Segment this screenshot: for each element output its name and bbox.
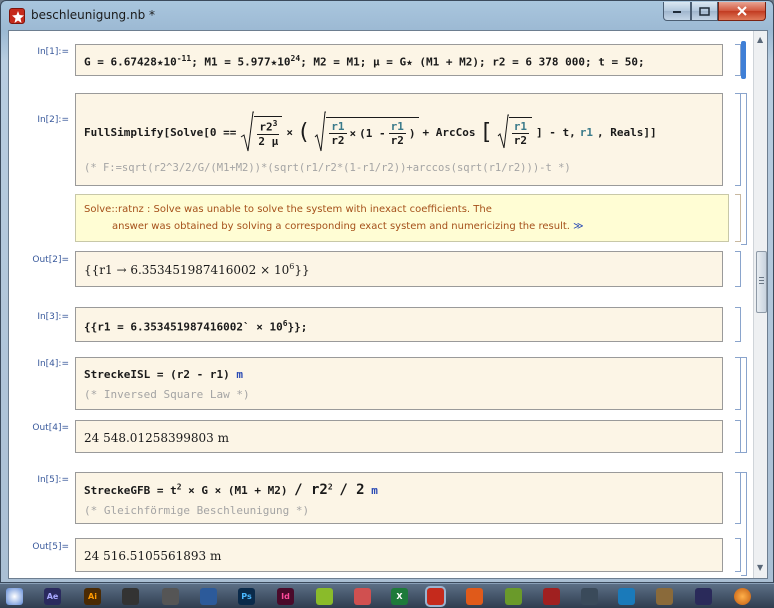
output-cell-4[interactable]: 24 548.01258399803 m [75, 420, 723, 453]
notebook-client: In[1]:= G = 6.67428★10-11; M1 = 5.977★10… [8, 30, 768, 579]
output-label: Out[2]= [32, 255, 69, 265]
taskbar-illustrator[interactable]: Ai [84, 588, 101, 605]
output-label: Out[5]= [32, 542, 69, 552]
cell-comment: (* F:=sqrt(r2^3/2/G/(M1+M2))*(sqrt(r1/r2… [84, 162, 571, 174]
minimize-button[interactable] [663, 2, 691, 21]
taskbar-app-icon[interactable] [543, 588, 560, 605]
cell-code: G = 6.67428★10-11; M1 = 5.977★1024; M2 =… [84, 54, 645, 69]
taskbar-app-icon[interactable] [695, 588, 712, 605]
taskbar-app-icon[interactable] [618, 588, 635, 605]
input-cell-1[interactable]: G = 6.67428★10-11; M1 = 5.977★1024; M2 =… [75, 44, 723, 76]
input-label: In[3]:= [37, 312, 69, 322]
taskbar-app-icon[interactable] [354, 588, 371, 605]
taskbar-app-icon[interactable] [122, 588, 139, 605]
taskbar-app-icon[interactable] [734, 588, 751, 605]
maximize-button[interactable] [691, 2, 718, 21]
taskbar-indesign[interactable]: Id [277, 588, 294, 605]
taskbar-app-icon[interactable] [466, 588, 483, 605]
message-line-1: Solve::ratnz : Solve was unable to solve… [84, 204, 492, 215]
vertical-scrollbar[interactable]: ▲ ▼ [753, 31, 767, 578]
taskbar-app-icon[interactable] [581, 588, 598, 605]
taskbar-app-icon[interactable] [316, 588, 333, 605]
input-label: In[2]:= [37, 115, 69, 125]
cell-output: 24 548.01258399803 m [84, 431, 229, 445]
start-orb-icon[interactable] [6, 588, 23, 605]
cell-code: StreckeISL = (r2 - r1) m [84, 368, 243, 381]
output-cell-2[interactable]: {{r1 → 6.353451987416002 × 106}} [75, 251, 723, 287]
sqrt-fraction: r23 2 μ [240, 111, 283, 153]
cell-insertion-marker [741, 41, 746, 79]
output-cell-5[interactable]: 24 516.5105561893 m [75, 538, 723, 572]
title-bar[interactable]: beschleunigung.nb * [1, 1, 774, 31]
input-cell-2[interactable]: FullSimplify[Solve[0 == r23 2 μ × (r1 r… [75, 93, 723, 186]
taskbar-app-icon[interactable] [656, 588, 673, 605]
cell-code: StreckeGFB = t2 × G × (M1 + M2) / r22 / … [84, 482, 378, 498]
group-bracket[interactable] [741, 357, 747, 453]
cell-bracket[interactable] [735, 307, 741, 342]
cell-comment: (* Gleichförmige Beschleunigung *) [84, 504, 310, 517]
input-cell-4[interactable]: StreckeISL = (r2 - r1) m (* Inversed Squ… [75, 357, 723, 410]
input-cell-3[interactable]: {{r1 = 6.353451987416002` × 106}}; [75, 307, 723, 342]
window-title: beschleunigung.nb * [31, 8, 156, 22]
taskbar-photoshop[interactable]: Ps [238, 588, 255, 605]
input-label: In[4]:= [37, 359, 69, 369]
taskbar-mathematica[interactable] [427, 588, 444, 605]
group-bracket[interactable] [741, 472, 747, 576]
cell-bracket[interactable] [735, 251, 741, 287]
taskbar-app-icon[interactable] [505, 588, 522, 605]
application-window: beschleunigung.nb * In[1]:= G = 6.67428★… [0, 0, 774, 583]
taskbar-excel[interactable]: X [391, 588, 408, 605]
scroll-down-arrow-icon[interactable]: ▼ [757, 563, 763, 572]
group-bracket[interactable] [741, 93, 747, 245]
message-line-2: answer was obtained by solving a corresp… [112, 221, 584, 232]
input-label: In[1]:= [37, 47, 69, 57]
cell-output: 24 516.5105561893 m [84, 549, 222, 563]
taskbar-after-effects[interactable]: Ae [44, 588, 61, 605]
scroll-up-arrow-icon[interactable]: ▲ [757, 35, 763, 44]
notebook-content: In[1]:= G = 6.67428★10-11; M1 = 5.977★10… [9, 31, 753, 578]
taskbar: Ae Ai Ps Id X [0, 583, 774, 608]
cell-code: FullSimplify[Solve[0 == r23 2 μ × (r1 r… [84, 111, 657, 153]
message-cell: Solve::ratnz : Solve was unable to solve… [75, 194, 729, 242]
input-cell-5[interactable]: StreckeGFB = t2 × G × (M1 + M2) / r22 / … [75, 472, 723, 524]
mathematica-icon [9, 8, 25, 24]
sqrt-term: r1 r2 × (1 - r1 r2 ) [314, 111, 419, 153]
message-bracket[interactable] [735, 194, 741, 242]
cell-output: {{r1 → 6.353451987416002 × 106}} [84, 262, 310, 277]
scrollbar-thumb[interactable] [756, 251, 767, 313]
input-label: In[5]:= [37, 475, 69, 485]
cell-code: {{r1 = 6.353451987416002` × 106}}; [84, 319, 308, 334]
output-label: Out[4]= [32, 423, 69, 433]
close-button[interactable] [718, 2, 766, 21]
cell-comment: (* Inversed Square Law *) [84, 388, 250, 401]
taskbar-app-icon[interactable] [200, 588, 217, 605]
sqrt-ratio: r1 r2 [497, 114, 533, 150]
more-info-link[interactable]: ≫ [573, 221, 583, 232]
taskbar-app-icon[interactable] [162, 588, 179, 605]
